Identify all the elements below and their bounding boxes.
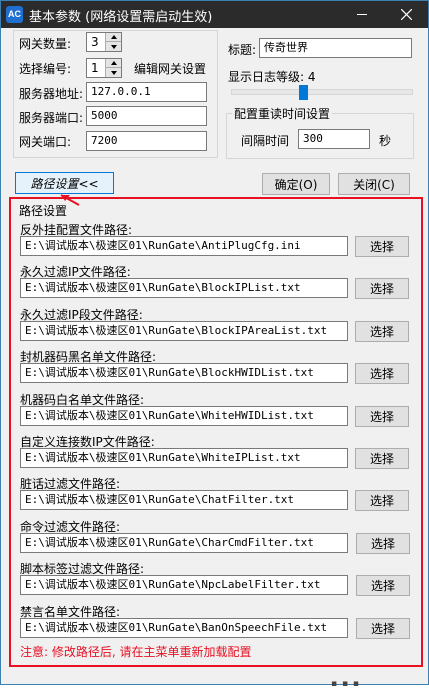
log-level-slider-thumb[interactable] [299,85,308,100]
gateway-port-label: 网关端口: [19,135,72,149]
server-address-label: 服务器地址: [19,87,84,101]
choose-path-button[interactable]: 选择 [355,363,409,384]
gateway-count-value: 3 [91,35,99,49]
path-field[interactable]: E:\调试版本\极速区01\RunGate\BlockIPAreaList.tx… [20,321,348,341]
title-label: 标题: [228,43,257,57]
settings-window: AC 基本参数 (网络设置需启动生效) 网关数量: 3 选择编号: 1 编辑网关… [0,0,429,689]
ok-button[interactable]: 确定(O) [262,173,330,195]
window-title: 基本参数 (网络设置需启动生效) [29,10,213,25]
choose-path-button[interactable]: 选择 [355,321,409,342]
choose-path-button[interactable]: 选择 [356,575,410,596]
path-field[interactable]: E:\调试版本\极速区01\RunGate\WhiteIPList.txt [20,448,348,468]
spin-down-button[interactable] [106,68,121,77]
gateway-select-label: 选择编号: [19,62,72,76]
gateway-select-spinner[interactable]: 1 [86,58,122,78]
edit-gateway-label: 编辑网关设置 [134,62,207,76]
arrow-down-icon [110,44,117,49]
path-settings-button[interactable]: 路径设置<< [15,172,114,194]
title-field[interactable]: 传奇世界 [259,38,412,58]
gateway-count-spinner[interactable]: 3 [86,32,122,52]
arrow-up-icon [110,35,117,39]
reload-notice: 注意: 修改路径后, 请在主菜单重新加载配置 [20,645,252,659]
reload-group-title: 配置重读时间设置 [232,105,333,122]
server-port-field[interactable]: 5000 [86,106,207,126]
app-icon: AC [6,6,23,23]
spin-down-button[interactable] [106,42,121,51]
gateway-port-field[interactable]: 7200 [86,131,207,151]
path-field[interactable]: E:\调试版本\极速区01\RunGate\WhiteHWIDList.txt [20,406,348,426]
log-level-slider-track[interactable] [231,89,413,95]
choose-path-button[interactable]: 选择 [356,618,410,639]
close-icon [400,9,412,20]
interval-unit: 秒 [379,134,392,148]
path-field[interactable]: E:\调试版本\极速区01\RunGate\NpcLabelFilter.txt [20,575,348,595]
server-address-field[interactable]: 127.0.0.1 [86,82,207,102]
path-field[interactable]: E:\调试版本\极速区01\RunGate\BanOnSpeechFile.tx… [20,618,348,638]
minimize-icon [357,14,367,15]
gateway-select-value: 1 [91,61,99,75]
minimize-button[interactable] [340,1,384,28]
gateway-count-label: 网关数量: [19,37,72,51]
arrow-up-icon [110,61,117,65]
choose-path-button[interactable]: 选择 [355,406,409,427]
path-field[interactable]: E:\调试版本\极速区01\RunGate\CharCmdFilter.txt [20,533,348,553]
choose-path-button[interactable]: 选择 [355,236,409,257]
cancel-button[interactable]: 关闭(C) [338,173,410,195]
server-port-label: 服务器端口: [19,111,84,125]
path-field[interactable]: E:\调试版本\极速区01\RunGate\BlockHWIDList.txt [20,363,348,383]
path-field[interactable]: E:\调试版本\极速区01\RunGate\AntiPlugCfg.ini [20,236,348,256]
close-window-button[interactable] [384,1,428,28]
path-field[interactable]: E:\调试版本\极速区01\RunGate\BlockIPList.txt [20,278,348,298]
choose-path-button[interactable]: 选择 [356,533,410,554]
choose-path-button[interactable]: 选择 [355,448,409,469]
choose-path-button[interactable]: 选择 [355,278,409,299]
log-level-label: 显示日志等级: 4 [228,70,316,84]
path-group-title: 路径设置 [19,204,68,218]
spin-up-button[interactable] [106,59,121,68]
spin-up-button[interactable] [106,33,121,42]
arrow-down-icon [110,70,117,75]
title-bar: AC 基本参数 (网络设置需启动生效) [1,1,428,28]
interval-field[interactable]: 300 [298,129,370,149]
status-bar-hint: ▪ ▪ ▪ [331,679,361,689]
interval-label: 间隔时间 [241,134,290,148]
path-field[interactable]: E:\调试版本\极速区01\RunGate\ChatFilter.txt [20,490,348,510]
choose-path-button[interactable]: 选择 [355,490,409,511]
